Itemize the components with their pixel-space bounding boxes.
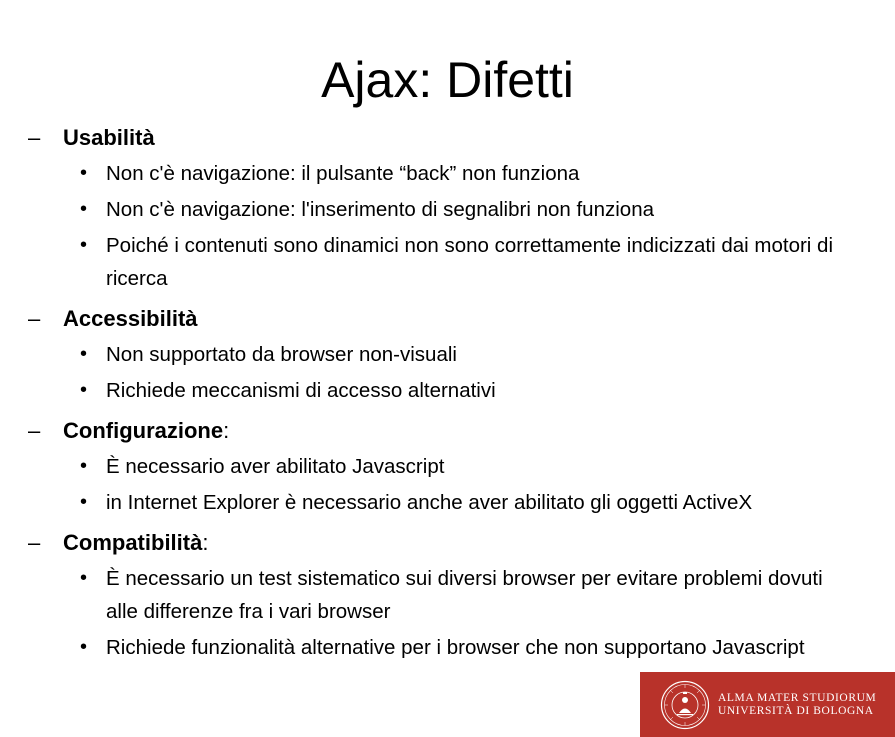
list-item: • È necessario un test sistematico sui d… — [28, 562, 888, 628]
dash-marker: – — [28, 125, 41, 150]
bullet-text: Richiede meccanismi di accesso alternati… — [106, 379, 496, 402]
bullet-list: • È necessario un test sistematico sui d… — [28, 562, 888, 664]
logo-text: ALMA MATER STUDIORUM UNIVERSITÀ DI BOLOG… — [718, 692, 876, 718]
dash-marker: – — [28, 530, 41, 555]
section-heading: – Configurazione : — [28, 415, 888, 447]
bullet-text: Poiché i contenuti sono dinamici non son… — [106, 234, 833, 290]
section-compatibilita: – Compatibilità : • È necessario un test… — [28, 527, 888, 664]
bullet-text: Richiede funzionalità alternative per i … — [106, 636, 805, 659]
bullet-text: È necessario un test sistematico sui div… — [106, 567, 823, 623]
bullet-dot: • — [80, 343, 88, 365]
list-item: • Non c'è navigazione: l'inserimento di … — [28, 193, 888, 226]
list-item: • Non c'è navigazione: il pulsante “back… — [28, 157, 888, 190]
logo-line-2: UNIVERSITÀ DI BOLOGNA — [718, 704, 874, 717]
section-heading-text: Configurazione — [63, 418, 224, 443]
bullet-list: • È necessario aver abilitato Javascript… — [28, 450, 888, 519]
section-heading-text: Usabilità — [63, 125, 155, 150]
slide-title: Ajax: Difetti — [321, 51, 574, 108]
slide-content: – Usabilità • Non c'è navigazione: il pu… — [28, 122, 888, 672]
list-item: • Poiché i contenuti sono dinamici non s… — [28, 229, 888, 295]
dash-marker: – — [28, 418, 41, 443]
logo-line-1: ALMA MATER STUDIORUM — [718, 691, 877, 704]
section-heading: – Compatibilità : — [28, 527, 888, 559]
bullet-text: in Internet Explorer è necessario anche … — [106, 491, 753, 514]
bullet-dot: • — [80, 567, 88, 589]
list-item: • Richiede meccanismi di accesso alterna… — [28, 374, 888, 407]
bullet-list: • Non c'è navigazione: il pulsante “back… — [28, 157, 888, 295]
section-heading: – Usabilità — [28, 122, 888, 154]
bullet-dot: • — [80, 379, 88, 401]
bullet-dot: • — [80, 198, 88, 220]
bullet-dot: • — [80, 162, 88, 184]
list-item: • È necessario aver abilitato Javascript — [28, 450, 888, 483]
section-heading-suffix: : — [202, 530, 209, 555]
list-item: • Non supportato da browser non-visuali — [28, 338, 888, 371]
section-heading: – Accessibilità — [28, 303, 888, 335]
bullet-dot: • — [80, 636, 88, 658]
university-seal-icon — [660, 680, 710, 729]
bullet-text: Non supportato da browser non-visuali — [106, 343, 457, 366]
section-usabilita: – Usabilità • Non c'è navigazione: il pu… — [28, 122, 888, 295]
section-heading-text: Compatibilità — [63, 530, 203, 555]
bullet-text: Non c'è navigazione: l'inserimento di se… — [106, 198, 654, 221]
bullet-text: È necessario aver abilitato Javascript — [106, 455, 445, 478]
bullet-text: Non c'è navigazione: il pulsante “back” … — [106, 162, 580, 185]
bullet-dot: • — [80, 455, 88, 477]
dash-marker: – — [28, 306, 41, 331]
section-heading-text: Accessibilità — [63, 306, 198, 331]
bullet-list: • Non supportato da browser non-visuali … — [28, 338, 888, 407]
section-heading-suffix: : — [223, 418, 230, 443]
university-logo: ALMA MATER STUDIORUM UNIVERSITÀ DI BOLOG… — [640, 672, 895, 737]
section-configurazione: – Configurazione : • È necessario aver a… — [28, 415, 888, 519]
list-item: • in Internet Explorer è necessario anch… — [28, 486, 888, 519]
list-item: • Richiede funzionalità alternative per … — [28, 631, 888, 664]
section-accessibilita: – Accessibilità • Non supportato da brow… — [28, 303, 888, 407]
bullet-dot: • — [80, 491, 88, 513]
bullet-dot: • — [80, 234, 88, 256]
